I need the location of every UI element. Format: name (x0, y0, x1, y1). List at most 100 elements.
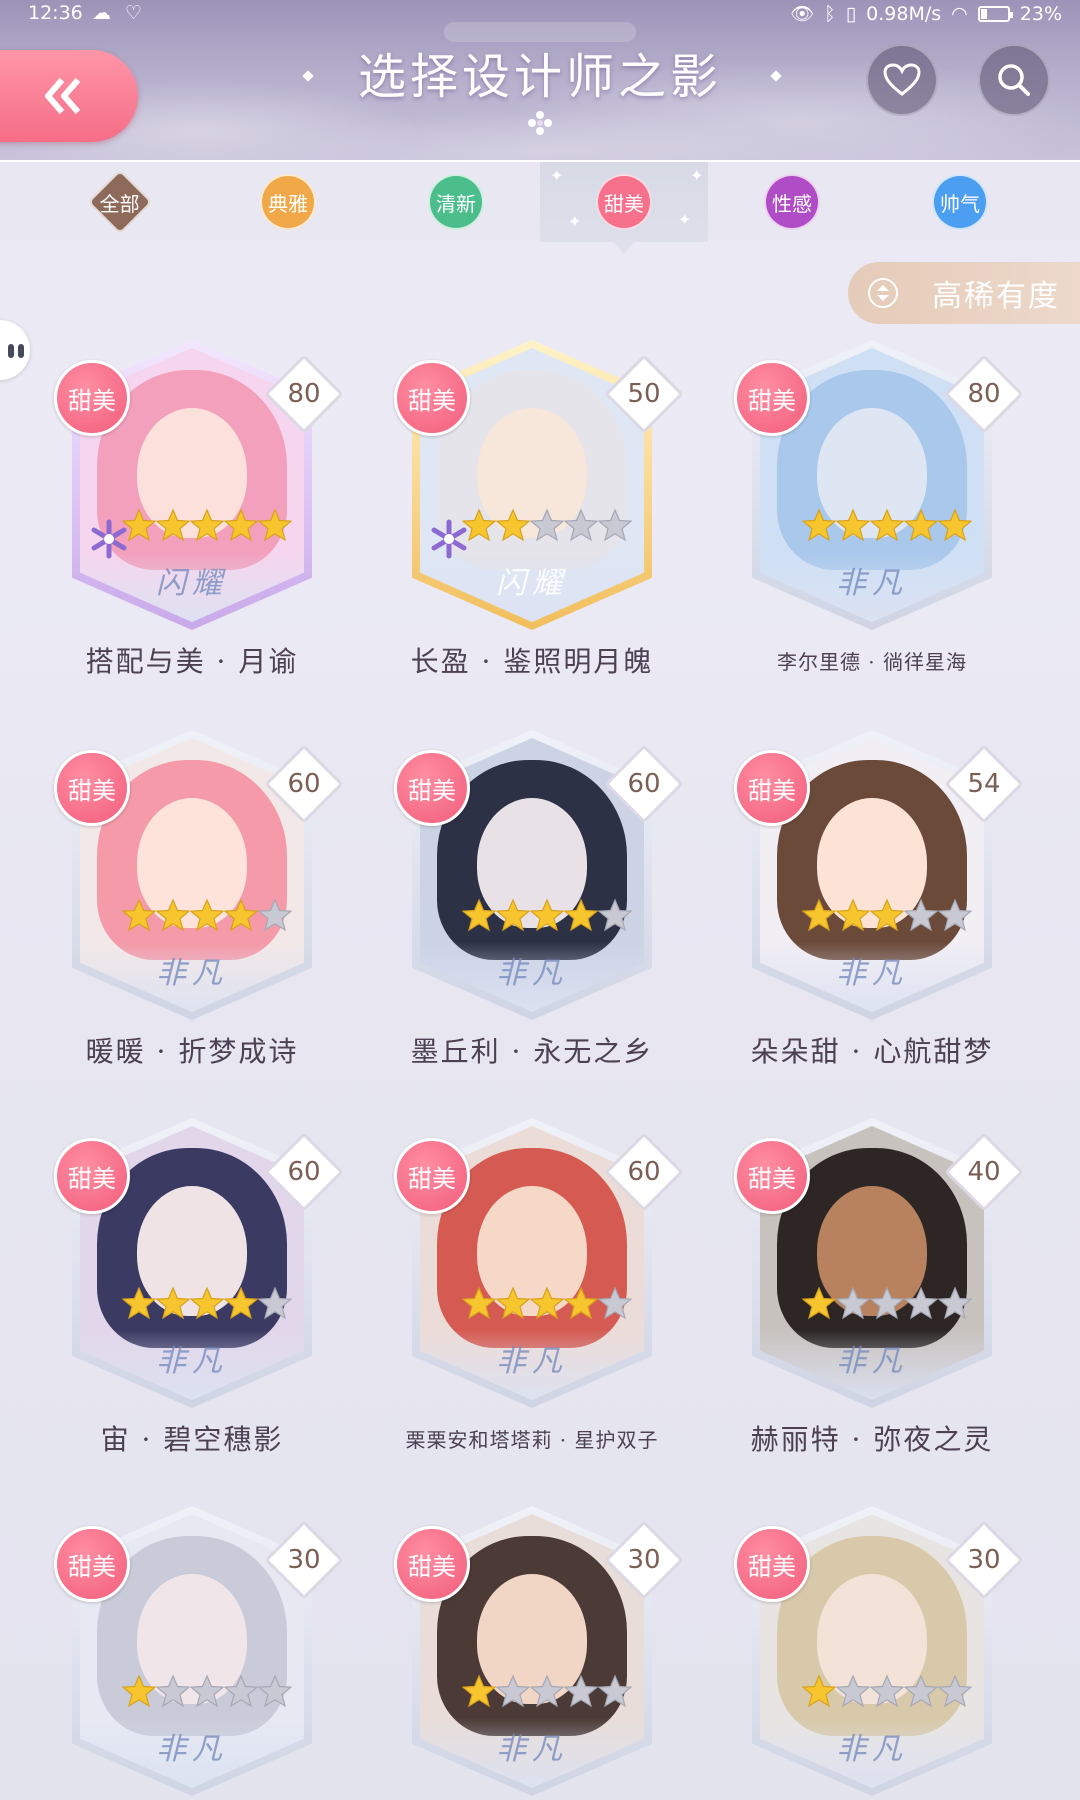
tab-5[interactable]: 帅气 (876, 162, 1044, 242)
star-filled-icon (155, 508, 191, 548)
designer-card[interactable]: 非凡 甜美 30 (42, 1506, 344, 1800)
designer-card[interactable]: 非凡 甜美 54 朵朵甜 · 心航甜梦 (722, 730, 1024, 1090)
star-empty-icon (563, 508, 599, 548)
star-filled-icon (563, 1286, 599, 1326)
level-value: 60 (627, 769, 661, 799)
category-badge: 甜美 (394, 1138, 470, 1214)
category-tabs: 全部 典雅 清新 甜美 ✦ ✦ ✦ ✦ 性感 帅气 (0, 160, 1080, 254)
tab-3[interactable]: 甜美 ✦ ✦ ✦ ✦ (540, 162, 708, 254)
star-filled-icon (223, 898, 259, 938)
back-button[interactable] (0, 50, 138, 142)
star-filled-icon (495, 1286, 531, 1326)
star-filled-icon (257, 508, 293, 548)
star-filled-icon (155, 1286, 191, 1326)
star-empty-icon (937, 1286, 973, 1326)
rank-text: 非凡 (836, 1732, 908, 1767)
tab-0[interactable]: 全部 (36, 162, 204, 242)
star-empty-icon (597, 508, 633, 548)
star-rating (461, 1286, 633, 1326)
star-filled-icon (529, 898, 565, 938)
star-empty-icon (835, 1674, 871, 1714)
designer-card[interactable]: 非凡 甜美 60 暖暖 · 折梦成诗 (42, 730, 344, 1090)
bluetooth-icon: ᛒ (824, 2, 836, 25)
rank-text: 非凡 (156, 1732, 228, 1767)
star-rating (121, 1674, 293, 1714)
star-rating (121, 898, 293, 938)
star-rating (121, 1286, 293, 1326)
designer-card[interactable]: 非凡 甜美 60 栗栗安和塔塔莉 · 星护双子 (382, 1118, 684, 1478)
designer-name: 墨丘利 · 永无之乡 (410, 1035, 654, 1068)
rank-text: 非凡 (496, 956, 568, 991)
favorites-button[interactable] (866, 44, 938, 116)
star-filled-icon (869, 508, 905, 548)
level-value: 54 (967, 769, 1001, 799)
tab-badge: 性感 (764, 174, 820, 230)
tab-4[interactable]: 性感 (708, 162, 876, 242)
sort-button[interactable]: 高稀有度 (848, 262, 1080, 324)
designer-name: 李尔里德 · 徜徉星海 (776, 650, 968, 674)
rank-text: 闪耀 (496, 566, 568, 601)
sparkle-icon: ✦ (678, 210, 692, 229)
eye-icon: 👁 (790, 3, 815, 25)
star-empty-icon (529, 1674, 565, 1714)
star-filled-icon (121, 1674, 157, 1714)
designer-card[interactable]: 非凡 甜美 80 李尔里德 · 徜徉星海 (722, 340, 1024, 700)
category-badge: 甜美 (54, 1526, 130, 1602)
designer-card[interactable]: 非凡 甜美 30 (722, 1506, 1024, 1800)
side-drawer-handle[interactable] (0, 320, 30, 380)
tab-label: 性感 (772, 191, 812, 216)
category-badge: 甜美 (54, 750, 130, 826)
star-empty-icon (223, 1674, 259, 1714)
star-empty-icon (563, 1674, 599, 1714)
star-filled-icon (461, 1286, 497, 1326)
star-empty-icon (257, 898, 293, 938)
search-button[interactable] (978, 44, 1050, 116)
star-empty-icon (529, 508, 565, 548)
designer-card[interactable]: 闪耀 甜美 80 搭配与美 · 月谕 (42, 340, 344, 700)
level-value: 30 (627, 1545, 661, 1575)
rank-text: 非凡 (836, 1344, 908, 1379)
star-rating (801, 508, 973, 548)
star-empty-icon (257, 1286, 293, 1326)
level-value: 30 (287, 1545, 321, 1575)
star-rating (461, 898, 633, 938)
star-empty-icon (597, 1674, 633, 1714)
tab-1[interactable]: 典雅 (204, 162, 372, 242)
designer-card[interactable]: 非凡 甜美 60 墨丘利 · 永无之乡 (382, 730, 684, 1090)
battery-icon (977, 5, 1013, 22)
designer-card[interactable]: 非凡 甜美 30 (382, 1506, 684, 1800)
sparkle-icon: ✦ (690, 166, 704, 185)
level-value: 50 (627, 379, 661, 409)
rank-text: 非凡 (496, 1732, 568, 1767)
star-rating (801, 1286, 973, 1326)
status-time: 12:36 (28, 2, 83, 24)
star-filled-icon (937, 508, 973, 548)
star-empty-icon (597, 1286, 633, 1326)
star-filled-icon (461, 1674, 497, 1714)
sort-label: 高稀有度 (932, 279, 1060, 314)
designer-card[interactable]: 非凡 甜美 40 赫丽特 · 弥夜之灵 (722, 1118, 1024, 1478)
tab-badge: 帅气 (932, 174, 988, 230)
star-empty-icon (937, 1674, 973, 1714)
level-value: 30 (967, 1545, 1001, 1575)
tab-2[interactable]: 清新 (372, 162, 540, 242)
star-filled-icon (529, 1286, 565, 1326)
star-filled-icon (495, 508, 531, 548)
star-filled-icon (189, 1286, 225, 1326)
tab-badge: 清新 (428, 174, 484, 230)
star-filled-icon (835, 508, 871, 548)
designer-name: 暖暖 · 折梦成诗 (85, 1035, 299, 1068)
double-chevron-left-icon (45, 78, 81, 114)
star-empty-icon (835, 1286, 871, 1326)
network-speed: 0.98M/s (866, 2, 942, 25)
designer-card[interactable]: 闪耀 甜美 50 长盈 · 鉴照明月魄 (382, 340, 684, 700)
tab-label: 甜美 (604, 191, 644, 216)
rank-text: 非凡 (836, 566, 908, 601)
star-empty-icon (903, 1286, 939, 1326)
tab-label: 典雅 (268, 191, 308, 216)
star-filled-icon (563, 898, 599, 938)
star-empty-icon (869, 1286, 905, 1326)
designer-card[interactable]: 非凡 甜美 60 宙 · 碧空穗影 (42, 1118, 344, 1478)
star-filled-icon (801, 1286, 837, 1326)
star-filled-icon (495, 898, 531, 938)
